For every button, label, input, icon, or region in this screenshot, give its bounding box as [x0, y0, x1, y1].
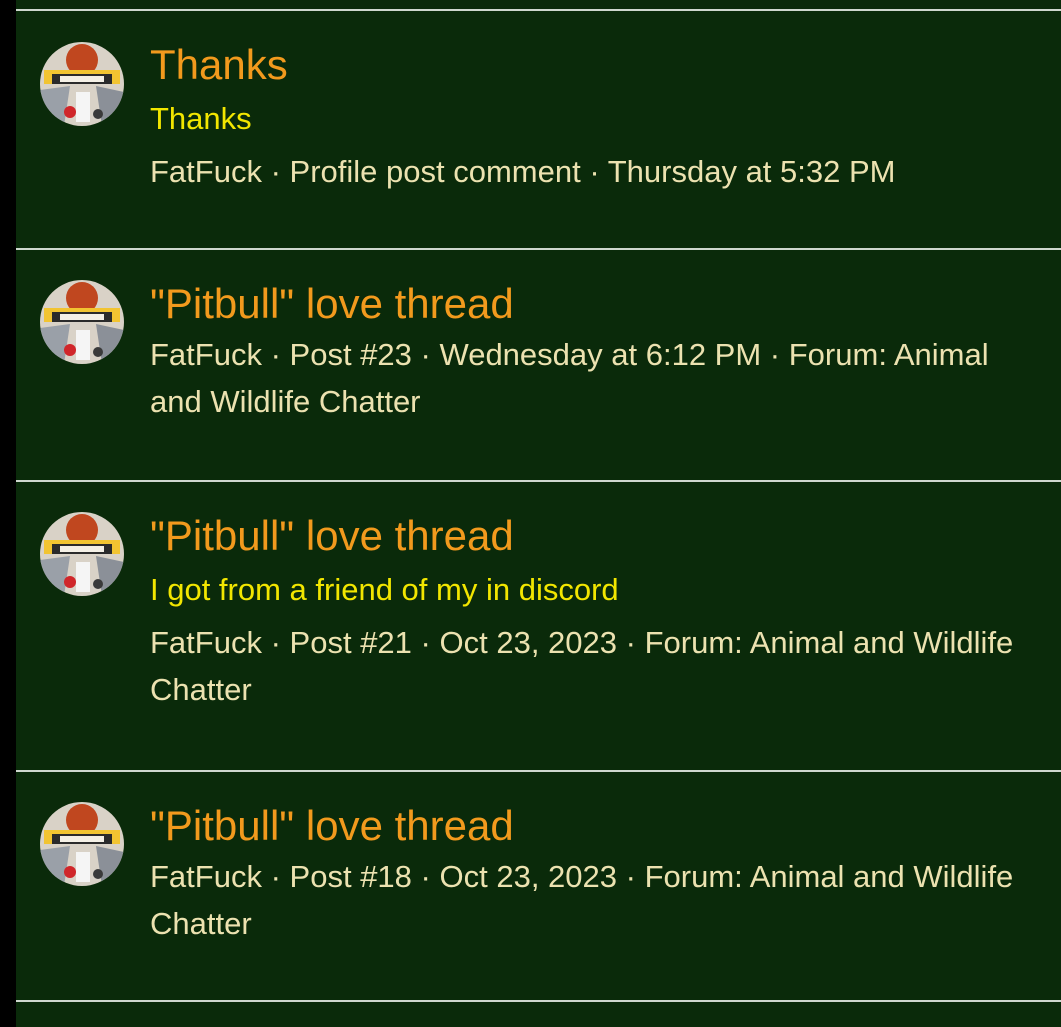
separator: · — [270, 625, 281, 660]
result-author[interactable]: FatFuck — [150, 337, 262, 372]
separator: · — [769, 337, 781, 372]
result-type: Post #21 — [289, 625, 412, 660]
result-time: Thursday at 5:32 PM — [607, 154, 896, 189]
result-time: Oct 23, 2023 — [439, 625, 618, 660]
separator: · — [625, 625, 636, 660]
result-type: Post #18 — [289, 859, 412, 894]
user-avatar-icon[interactable] — [40, 280, 124, 364]
search-results-list: Thanks Thanks FatFuck · Profile post com… — [16, 0, 1061, 1027]
separator: · — [270, 154, 281, 189]
result-title[interactable]: "Pitbull" love thread — [150, 278, 1031, 330]
result-snippet: I got from a friend of my in discord — [150, 572, 619, 607]
result-author[interactable]: FatFuck — [150, 625, 262, 660]
separator: · — [420, 625, 431, 660]
result-snippet: Thanks — [150, 101, 252, 136]
result-time: Wednesday at 6:12 PM — [439, 337, 762, 372]
separator: · — [420, 337, 431, 372]
result-meta: FatFuck · Post #21 · Oct 23, 2023 · Foru… — [150, 619, 1031, 713]
separator: · — [270, 859, 281, 894]
search-result-item[interactable]: "Pitbull" love thread FatFuck · Post #23… — [16, 250, 1061, 480]
result-meta: FatFuck · Post #18 · Oct 23, 2023 · Foru… — [150, 853, 1031, 947]
forum-label: Forum: — [644, 859, 743, 894]
search-result-item[interactable]: "Pitbull" love thread I got from a frien… — [16, 482, 1061, 770]
user-avatar-icon[interactable] — [40, 802, 124, 886]
result-time: Oct 23, 2023 — [439, 859, 618, 894]
result-title[interactable]: Thanks — [150, 39, 1031, 91]
search-result-item[interactable]: "Pitbull" love thread FatFuck · Post #18… — [16, 772, 1061, 1000]
result-title[interactable]: "Pitbull" love thread — [150, 510, 1031, 562]
user-avatar-icon[interactable] — [40, 42, 124, 126]
separator: · — [625, 859, 636, 894]
user-avatar-icon[interactable] — [40, 512, 124, 596]
separator: · — [589, 154, 600, 189]
result-meta: FatFuck · Profile post comment · Thursda… — [150, 148, 1031, 195]
result-meta: FatFuck · Post #23 · Wednesday at 6:12 P… — [150, 331, 1031, 425]
divider — [16, 1000, 1061, 1002]
result-author[interactable]: FatFuck — [150, 154, 262, 189]
forum-label: Forum: — [788, 337, 887, 372]
separator: · — [420, 859, 431, 894]
result-title[interactable]: "Pitbull" love thread — [150, 800, 1031, 852]
result-type: Profile post comment — [289, 154, 581, 189]
result-type: Post #23 — [289, 337, 412, 372]
forum-label: Forum: — [644, 625, 743, 660]
result-author[interactable]: FatFuck — [150, 859, 262, 894]
search-result-item[interactable]: Thanks Thanks FatFuck · Profile post com… — [16, 11, 1061, 249]
separator: · — [270, 337, 281, 372]
